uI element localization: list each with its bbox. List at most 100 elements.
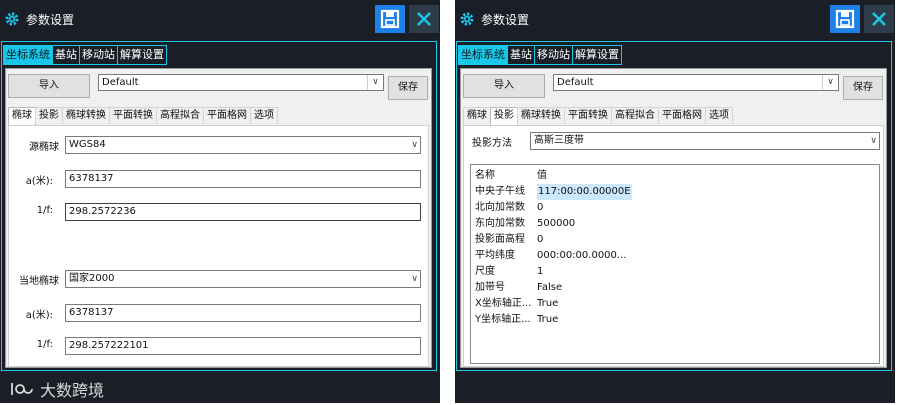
main-tab-bar: 坐标系统 基站 移动站 解算设置 xyxy=(3,45,167,65)
save-profile-button[interactable]: 保存 xyxy=(843,76,883,100)
tab-plane-grid[interactable]: 平面格网 xyxy=(203,107,251,124)
tab-options[interactable]: 选项 xyxy=(250,107,278,124)
property-value[interactable]: 500000 xyxy=(537,216,575,232)
tab-plane-transform[interactable]: 平面转换 xyxy=(564,107,612,124)
settings-frame: 坐标系统 基站 移动站 解算设置 导入 Default ∨ 保存 椭球 投影 椭球转换 平面… xyxy=(1,41,437,371)
property-value[interactable]: True xyxy=(537,312,558,328)
property-value[interactable]: 1 xyxy=(537,264,543,280)
coordinate-system-panel: 导入 Default ∨ 保存 椭球 投影 椭球转换 平面转换 高程拟合 平面格网 选项 源… xyxy=(5,68,432,368)
property-row[interactable]: 平均纬度 000:00:00.0000... xyxy=(475,248,875,264)
import-button[interactable]: 导入 xyxy=(463,74,545,98)
local-ellipsoid-select[interactable]: 国家2000 ∨ xyxy=(65,270,421,288)
profile-value: Default xyxy=(557,77,594,88)
property-name: 北向加常数 xyxy=(475,202,525,213)
window-title: 参数设置 xyxy=(481,13,530,27)
profile-select[interactable]: Default ∨ xyxy=(553,74,839,91)
close-button[interactable] xyxy=(409,5,439,33)
property-value[interactable]: 000:00:00.0000... xyxy=(537,248,626,264)
tab-rover[interactable]: 移动站 xyxy=(79,45,118,65)
local-a-field[interactable]: 6378137 xyxy=(65,304,421,322)
property-name: 投影面高程 xyxy=(475,234,525,245)
tab-base-station[interactable]: 基站 xyxy=(52,45,80,65)
tab-options[interactable]: 选项 xyxy=(705,107,733,124)
property-name: X坐标轴正... xyxy=(475,298,532,309)
chevron-down-icon: ∨ xyxy=(411,274,418,284)
settings-frame: 坐标系统 基站 移动站 解算设置 导入 Default ∨ 保存 椭球 投影 椭球转换 平面… xyxy=(456,41,892,371)
tab-plane-transform[interactable]: 平面转换 xyxy=(109,107,157,124)
property-row[interactable]: 尺度 1 xyxy=(475,264,875,280)
property-name: Y坐标轴正... xyxy=(475,314,531,325)
property-row[interactable]: Y坐标轴正... True xyxy=(475,312,875,328)
source-ellipsoid-label: 源椭球 xyxy=(29,142,59,153)
source-a-field[interactable]: 6378137 xyxy=(65,170,421,188)
tab-projection[interactable]: 投影 xyxy=(490,107,518,125)
projection-method-value: 高斯三度带 xyxy=(534,135,584,146)
local-ellipsoid-value: 国家2000 xyxy=(69,273,115,284)
local-f-label: 1/f: xyxy=(36,339,53,350)
save-settings-button[interactable] xyxy=(830,5,860,33)
property-value[interactable]: 0 xyxy=(537,200,543,216)
property-row[interactable]: 加带号 False xyxy=(475,280,875,296)
source-ellipsoid-select[interactable]: WGS84 ∨ xyxy=(65,136,421,154)
chevron-down-icon: ∨ xyxy=(411,140,418,150)
projection-method-select[interactable]: 高斯三度带 ∨ xyxy=(530,132,880,150)
local-a-label: a(米): xyxy=(25,310,53,321)
tab-plane-grid[interactable]: 平面格网 xyxy=(658,107,706,124)
watermark-logo-icon xyxy=(11,383,33,395)
profile-value: Default xyxy=(102,77,139,88)
floppy-disk-icon xyxy=(835,9,855,29)
property-row[interactable]: X坐标轴正... True xyxy=(475,296,875,312)
ellipsoid-tab-content: 源椭球 WGS84 ∨ a(米): 6378137 1/f: 298.25722… xyxy=(8,125,429,367)
floppy-disk-icon xyxy=(380,9,400,29)
sub-tab-bar: 椭球 投影 椭球转换 平面转换 高程拟合 平面格网 选项 xyxy=(8,107,278,125)
chevron-down-icon: ∨ xyxy=(367,75,383,90)
tab-base-station[interactable]: 基站 xyxy=(507,45,535,65)
source-f-label: 1/f: xyxy=(36,205,53,216)
tab-coordinate-system[interactable]: 坐标系统 xyxy=(458,45,508,65)
watermark-text: 大数跨境 xyxy=(40,381,105,400)
import-button[interactable]: 导入 xyxy=(8,74,90,98)
source-ellipsoid-value: WGS84 xyxy=(69,139,106,150)
tab-ellipsoid-transform[interactable]: 椭球转换 xyxy=(62,107,110,124)
tab-projection[interactable]: 投影 xyxy=(35,107,63,124)
property-row[interactable]: 北向加常数 0 xyxy=(475,200,875,216)
tab-rover[interactable]: 移动站 xyxy=(534,45,573,65)
tab-ellipsoid-transform[interactable]: 椭球转换 xyxy=(517,107,565,124)
title-bar: 参数设置 xyxy=(455,0,895,38)
chevron-down-icon: ∨ xyxy=(822,75,838,90)
tab-ellipsoid[interactable]: 椭球 xyxy=(463,107,491,124)
close-icon xyxy=(417,12,431,26)
property-value[interactable]: True xyxy=(537,296,558,312)
projection-method-label: 投影方法 xyxy=(472,138,512,149)
property-name: 加带号 xyxy=(475,282,505,293)
property-row[interactable]: 东向加常数 500000 xyxy=(475,216,875,232)
property-row[interactable]: 中央子午线 117:00:00.00000E xyxy=(475,184,875,200)
property-value[interactable]: 117:00:00.00000E xyxy=(537,184,632,200)
save-settings-button[interactable] xyxy=(375,5,405,33)
source-f-field[interactable]: 298.2572236 xyxy=(65,203,421,221)
params-window-projection: 参数设置 坐标系统 基站 移动站 解算设置 导入 Default ∨ 保存 椭球… xyxy=(455,0,895,403)
value-column-header: 值 xyxy=(537,170,547,181)
source-a-label: a(米): xyxy=(25,176,53,187)
property-header: 名称 值 xyxy=(475,168,875,184)
tab-height-fitting[interactable]: 高程拟合 xyxy=(611,107,659,124)
property-value[interactable]: 0 xyxy=(537,232,543,248)
params-window-ellipsoid: 参数设置 坐标系统 基站 移动站 解算设置 导入 Default ∨ 保存 椭球… xyxy=(0,0,440,403)
tab-solution-settings[interactable]: 解算设置 xyxy=(117,45,167,65)
property-name: 中央子午线 xyxy=(475,186,525,197)
property-name: 尺度 xyxy=(475,266,495,277)
property-value[interactable]: False xyxy=(537,280,562,296)
tab-coordinate-system[interactable]: 坐标系统 xyxy=(3,45,53,65)
property-name: 平均纬度 xyxy=(475,250,515,261)
local-f-field[interactable]: 298.257222101 xyxy=(65,337,421,355)
sub-tab-bar: 椭球 投影 椭球转换 平面转换 高程拟合 平面格网 选项 xyxy=(463,107,733,125)
profile-select[interactable]: Default ∨ xyxy=(98,74,384,91)
tab-height-fitting[interactable]: 高程拟合 xyxy=(156,107,204,124)
tab-solution-settings[interactable]: 解算设置 xyxy=(572,45,622,65)
tab-ellipsoid[interactable]: 椭球 xyxy=(8,107,36,125)
save-profile-button[interactable]: 保存 xyxy=(388,76,428,100)
gear-icon xyxy=(5,12,19,26)
property-row[interactable]: 投影面高程 0 xyxy=(475,232,875,248)
projection-property-grid: 名称 值 中央子午线 117:00:00.00000E 北向加常数 0 东向加常… xyxy=(470,164,880,364)
close-button[interactable] xyxy=(864,5,894,33)
